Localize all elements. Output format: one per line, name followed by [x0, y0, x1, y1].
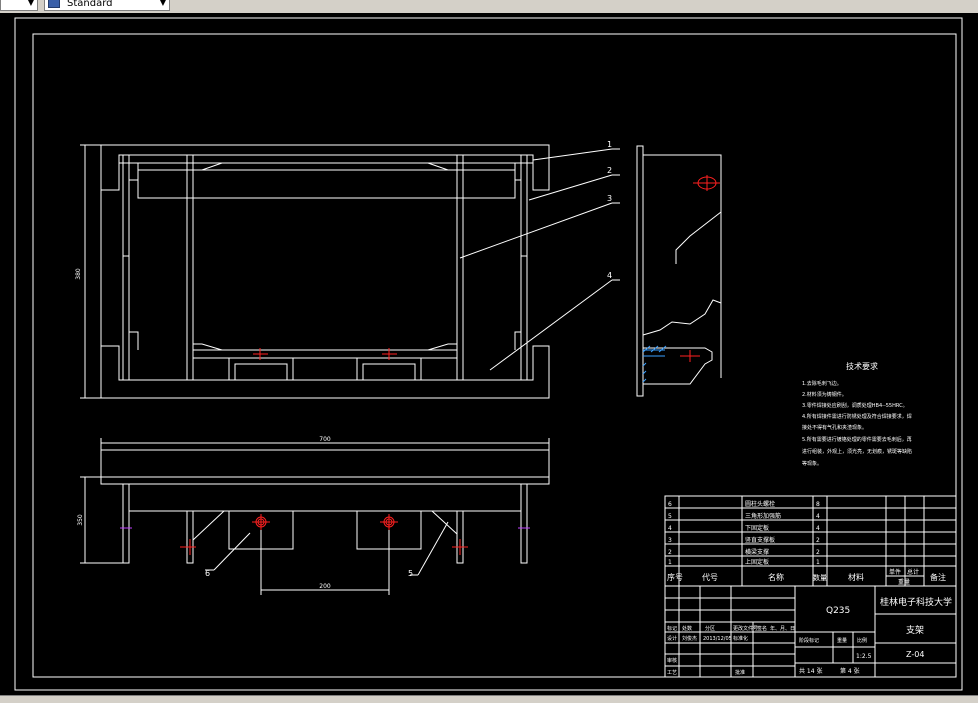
text-style-dropdown[interactable]: Standard ▼ — [44, 0, 170, 11]
title-part-name: 支架 — [906, 624, 924, 636]
tech-req-line: 2.材料须为铸钢件。 — [802, 391, 847, 398]
tech-requirements-title: 技术要求 — [846, 361, 878, 371]
text-style-icon — [48, 0, 60, 8]
part-label-6: 6 — [205, 569, 210, 578]
bom-row-no: 2 — [668, 549, 672, 556]
bom-header-unit: 单件 — [889, 568, 901, 576]
title-scale: 1:2.5 — [856, 653, 872, 660]
text-style-value: Standard — [67, 0, 113, 9]
layer-dropdown[interactable]: ▼ — [0, 0, 38, 11]
title-material: Q235 — [826, 606, 850, 616]
bom-header-no: 序号 — [667, 572, 683, 582]
bom-row-name: 横梁支撑 — [745, 548, 769, 556]
tech-req-line: 接处不得有气孔和夹渣现象。 — [802, 424, 867, 431]
bom-header-weight: 重量 — [898, 578, 910, 586]
tech-req-line: 4.所有焊接件需进行防锈处理及符合焊接要求，焊 — [802, 413, 912, 420]
bom-row-no: 4 — [668, 525, 672, 532]
designer-cell: 刘俊杰 — [682, 635, 697, 642]
chevron-down-icon[interactable]: ▼ — [26, 0, 36, 10]
part-label-2: 2 — [607, 166, 612, 175]
title-drawing-no: Z-04 — [906, 650, 924, 659]
designer-cell: 标准化 — [733, 635, 748, 642]
bom-row-name: 上固定板 — [745, 558, 769, 566]
process-label: 工艺 — [667, 670, 677, 676]
bom-row-qty: 8 — [816, 501, 820, 508]
bom-row-name: 竖直支撑板 — [745, 536, 775, 544]
bom-row-qty: 4 — [816, 525, 820, 532]
dim-hole-spacing-label: 200 — [319, 583, 331, 590]
part-label-3: 3 — [607, 194, 612, 203]
rev-cell: 标记 — [667, 625, 677, 632]
rev-cell: 处数 — [682, 625, 692, 632]
rev-cell: 更改文件号 — [733, 625, 758, 632]
chevron-down-icon[interactable]: ▼ — [158, 0, 168, 10]
bom-header-material: 材料 — [848, 572, 864, 582]
bom-row-qty: 4 — [816, 513, 820, 520]
title-scale-label: 比例 — [857, 637, 867, 644]
bom-row-no: 1 — [668, 559, 672, 566]
cad-drawing-canvas[interactable]: 380 1 2 3 4 700 350 200 6 5 技术要求 1.去除毛刺飞… — [0, 13, 978, 696]
title-sheets: 共 14 张 — [799, 667, 822, 675]
part-label-4: 4 — [607, 271, 612, 280]
bom-header-qty: 数量 — [813, 573, 827, 582]
bom-header-name: 名称 — [768, 572, 784, 582]
bom-row-no: 5 — [668, 513, 672, 520]
bom-row-name: 圆柱头螺栓 — [745, 500, 775, 508]
bom-row-name: 三角形加强筋 — [745, 512, 781, 520]
dim-side-height-label: 350 — [77, 514, 84, 526]
tech-req-line: 5.所有需要进行镀铬处理的零件需要去毛刺后，再 — [802, 436, 912, 443]
bom-row-qty: 2 — [816, 549, 820, 556]
designer-cell: 设计 — [667, 635, 677, 642]
tech-req-line: 等现象。 — [802, 460, 822, 467]
tech-req-line: 1.去除毛刺飞边。 — [802, 380, 842, 387]
bom-row-name: 下固定板 — [745, 524, 769, 532]
bom-row-no: 3 — [668, 537, 672, 544]
bom-header-remark: 备注 — [930, 572, 946, 582]
approve-label: 批准 — [735, 669, 745, 676]
tech-req-line: 3.零件焊接处应刷刮，调质处理HB4--55HRC。 — [802, 402, 908, 409]
title-school: 桂林电子科技大学 — [880, 596, 952, 608]
title-stage-label: 阶段标记 — [799, 637, 819, 644]
status-bar — [0, 695, 978, 703]
dim-height-front-label: 380 — [75, 268, 82, 280]
tech-req-line: 进行组装，外观上，须光亮，无划痕，锈斑等缺陷 — [802, 448, 912, 455]
rev-cell: 签名 — [757, 625, 767, 632]
part-label-5: 5 — [408, 569, 413, 578]
title-weight-label: 重量 — [837, 637, 847, 644]
bom-row-qty: 2 — [816, 537, 820, 544]
rev-cell: 年、月、日 — [770, 625, 795, 632]
dim-total-length-label: 700 — [319, 436, 331, 443]
toolbar: ▼ Standard ▼ — [0, 0, 978, 14]
bom-header-code: 代号 — [702, 572, 718, 582]
bom-row-no: 6 — [668, 501, 672, 508]
title-sheet-no: 第 4 张 — [840, 667, 860, 675]
rev-cell: 分区 — [705, 625, 715, 632]
bom-row-qty: 1 — [816, 559, 820, 566]
bom-header-total: 总计 — [907, 568, 919, 576]
review-label: 审核 — [667, 657, 677, 664]
designer-cell: 2013/12/05 — [703, 636, 732, 642]
part-label-1: 1 — [607, 140, 612, 149]
